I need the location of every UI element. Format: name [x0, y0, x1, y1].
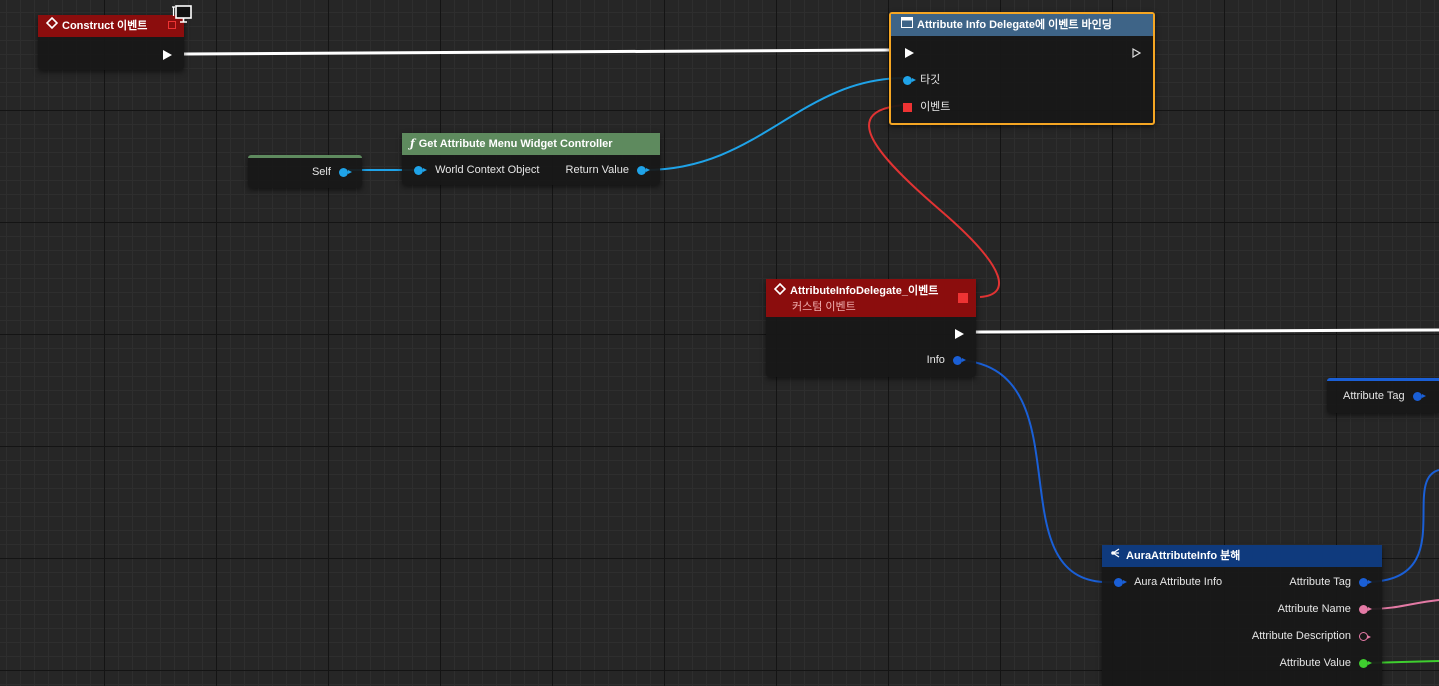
return-value-pin-dot	[637, 165, 650, 175]
custom-event-node[interactable]: AttributeInfoDelegate_이벤트 커스텀 이벤트 Info	[766, 279, 976, 377]
get-controller-header[interactable]: ƒ Get Attribute Menu Widget Controller	[402, 133, 660, 155]
exec-output-arrow-icon	[955, 329, 964, 340]
return-value-label: Return Value	[565, 164, 629, 177]
attribute-name-out-label: Attribute Name	[1277, 603, 1351, 616]
target-pin-label: 타깃	[920, 74, 941, 87]
info-pin-label: Info	[926, 354, 945, 367]
exec-wire-custom-event-out[interactable]	[974, 328, 1439, 334]
break-struct-icon	[1110, 545, 1122, 567]
construct-event-title: Construct 이벤트	[62, 20, 148, 33]
attribute-name-out-dot	[1359, 604, 1372, 614]
attribute-tag-output-pin[interactable]: Attribute Tag	[1343, 388, 1426, 404]
world-context-input-pin[interactable]: World Context Object	[414, 162, 539, 178]
custom-event-header[interactable]: AttributeInfoDelegate_이벤트 커스텀 이벤트	[766, 279, 976, 317]
exec-wire-construct-to-bind[interactable]	[183, 48, 890, 56]
break-struct-node[interactable]: AuraAttributeInfo 분해 Aura Attribute Info…	[1102, 545, 1382, 686]
bind-exec-input-pin[interactable]	[905, 45, 914, 61]
custom-event-subtitle: 커스텀 이벤트	[792, 301, 856, 313]
target-pin-dot	[903, 75, 916, 85]
target-input-pin[interactable]: 타깃	[903, 72, 940, 88]
bind-event-title: Attribute Info Delegate에 이벤트 바인딩	[917, 19, 1112, 32]
break-struct-title: AuraAttributeInfo 분해	[1126, 550, 1241, 563]
aura-attribute-info-label: Aura Attribute Info	[1134, 576, 1223, 589]
window-icon	[901, 14, 913, 36]
exec-output-pin[interactable]	[163, 47, 172, 63]
get-controller-title: Get Attribute Menu Widget Controller	[418, 138, 613, 151]
event-pin-label: 이벤트	[920, 101, 951, 114]
return-value-output-pin[interactable]: Return Value	[565, 162, 650, 178]
exec-output-arrow-icon	[163, 50, 172, 61]
exec-input-arrow-icon	[905, 48, 914, 59]
attribute-tag-pin-dot	[1412, 391, 1426, 401]
aura-attribute-info-pin-dot	[1114, 577, 1127, 587]
attribute-name-output-pin[interactable]: Attribute Name	[1277, 601, 1372, 617]
self-reference-node[interactable]: Self	[248, 155, 362, 188]
event-diamond-icon	[773, 282, 787, 300]
self-pin-dot	[339, 167, 352, 177]
struct-wire-info-to-break[interactable]	[959, 359, 1116, 584]
attribute-value-out-label: Attribute Value	[1279, 657, 1351, 670]
custom-event-title: AttributeInfoDelegate_이벤트	[790, 285, 939, 297]
bind-event-header[interactable]: Attribute Info Delegate에 이벤트 바인딩	[891, 14, 1153, 36]
delegate-wire-event-pin[interactable]	[868, 104, 1001, 298]
attribute-description-out-label: Attribute Description	[1251, 630, 1351, 643]
bind-event-node[interactable]: Attribute Info Delegate에 이벤트 바인딩 타깃 이벤트	[889, 12, 1155, 125]
custom-event-exec-output[interactable]	[955, 326, 964, 342]
event-input-pin[interactable]: 이벤트	[903, 99, 950, 115]
attribute-tag-label: Attribute Tag	[1343, 390, 1405, 403]
world-context-label: World Context Object	[435, 164, 540, 177]
attribute-tag-output-pin[interactable]: Attribute Tag	[1289, 574, 1372, 590]
info-output-pin[interactable]: Info	[926, 352, 966, 368]
self-pin-label: Self	[311, 166, 331, 179]
attribute-value-output-pin[interactable]: Attribute Value	[1279, 655, 1372, 671]
construct-event-node[interactable]: Construct 이벤트	[38, 15, 184, 70]
aura-attribute-info-input-pin[interactable]: Aura Attribute Info	[1114, 574, 1222, 590]
attribute-tag-out-dot	[1359, 577, 1372, 587]
exec-output-hollow-icon	[1132, 48, 1141, 59]
object-wire-return-to-target[interactable]	[644, 77, 906, 171]
break-struct-header[interactable]: AuraAttributeInfo 분해	[1102, 545, 1382, 567]
attribute-tag-node[interactable]: Attribute Tag	[1327, 378, 1439, 413]
info-pin-dot	[953, 355, 966, 365]
attribute-description-output-pin[interactable]: Attribute Description	[1251, 628, 1371, 644]
delegate-pin-square	[903, 102, 912, 112]
attribute-description-out-dot	[1359, 631, 1371, 641]
world-context-pin-dot	[414, 165, 427, 175]
attribute-tag-out-label: Attribute Tag	[1289, 576, 1351, 589]
construct-event-header[interactable]: Construct 이벤트	[38, 15, 184, 37]
event-diamond-icon	[45, 15, 59, 37]
self-output-pin[interactable]: Self	[311, 164, 352, 180]
delegate-output-pin[interactable]	[958, 293, 968, 303]
bind-exec-output-pin[interactable]	[1132, 45, 1141, 61]
get-controller-node[interactable]: ƒ Get Attribute Menu Widget Controller Wo…	[402, 133, 660, 185]
monitor-icon	[171, 4, 193, 27]
function-icon: ƒ	[410, 137, 415, 151]
attribute-value-out-dot	[1359, 658, 1372, 668]
